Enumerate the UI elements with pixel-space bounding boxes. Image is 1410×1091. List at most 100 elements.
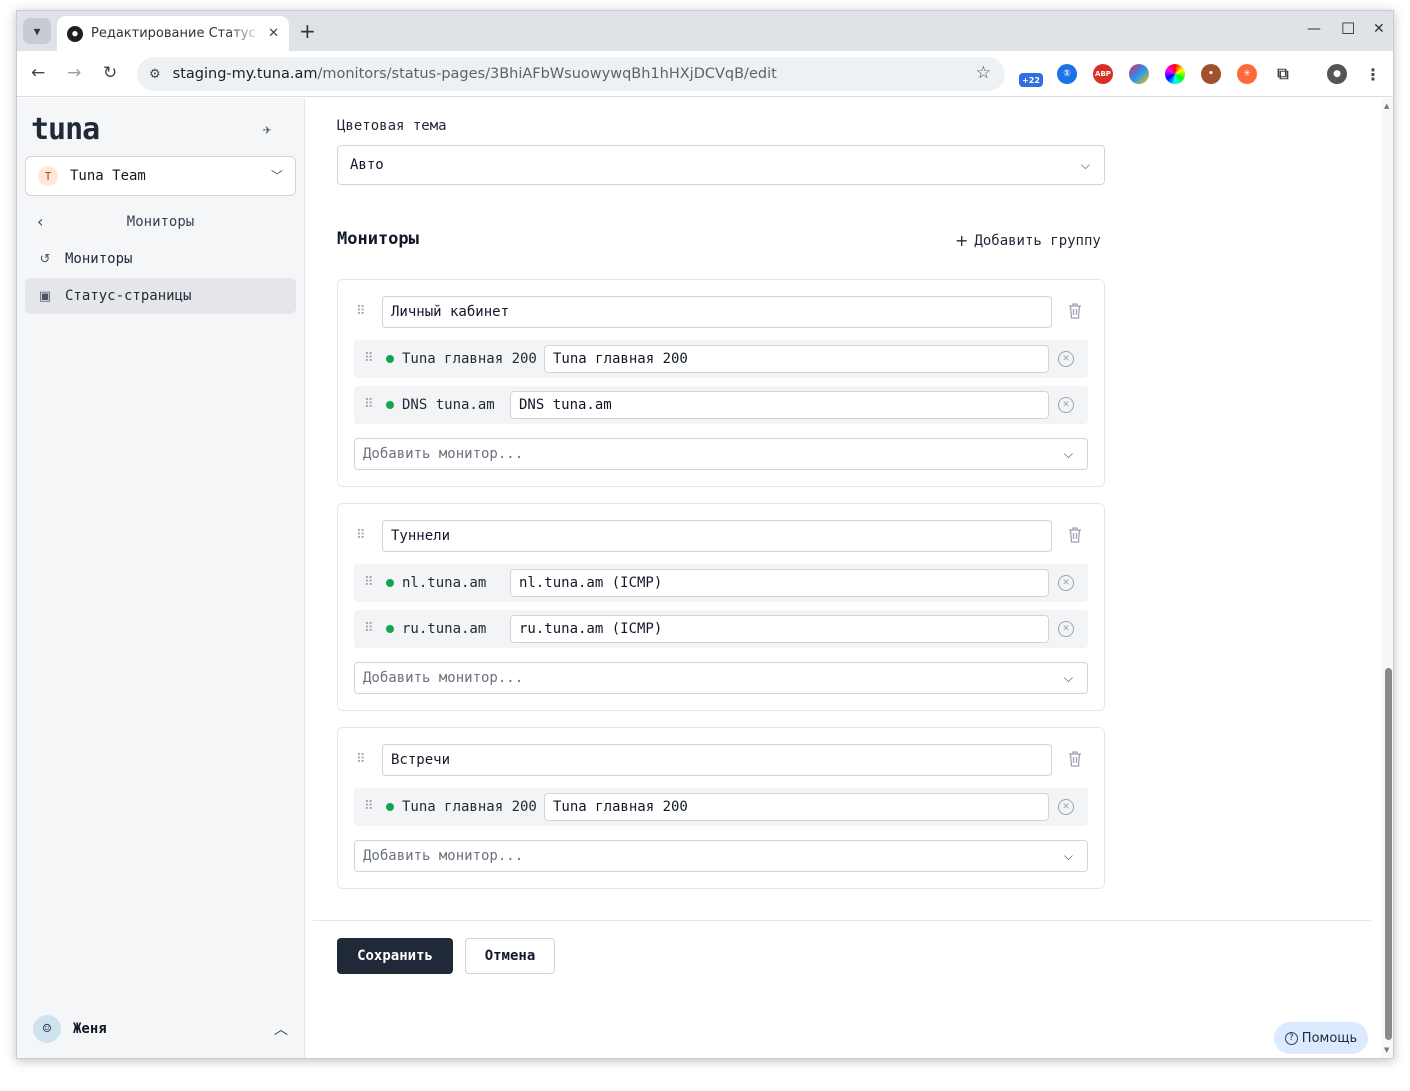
- remove-circle-icon[interactable]: ✕: [1058, 575, 1074, 591]
- user-menu[interactable]: ☺ Женя ︿: [33, 1014, 288, 1044]
- maximize-icon[interactable]: ☐: [1341, 19, 1355, 38]
- question-icon: ?: [1284, 1031, 1298, 1045]
- remove-circle-icon[interactable]: ✕: [1058, 799, 1074, 815]
- user-name: Женя: [73, 1021, 107, 1037]
- browser-menu-icon[interactable]: ⋮: [1363, 64, 1383, 84]
- monitor-row: ⠿ DNS tuna.am DNS tuna.am ✕: [354, 386, 1088, 424]
- monitor-display-name-input[interactable]: nl.tuna.am (ICMP): [510, 569, 1049, 597]
- site-settings-icon[interactable]: ⚙: [149, 67, 161, 82]
- cancel-button[interactable]: Отмена: [465, 938, 555, 974]
- scroll-down-icon[interactable]: ▼: [1384, 1046, 1389, 1054]
- drag-handle-icon[interactable]: ⠿: [364, 351, 373, 366]
- scroll-up-icon[interactable]: ▲: [1384, 102, 1389, 110]
- minimize-icon[interactable]: —: [1307, 21, 1321, 37]
- status-dot: [386, 625, 394, 633]
- trash-icon[interactable]: [1068, 303, 1082, 319]
- add-monitor-placeholder: Добавить монитор...: [363, 670, 524, 686]
- add-monitor-select[interactable]: Добавить монитор... ⌵: [354, 840, 1088, 872]
- remove-circle-icon[interactable]: ✕: [1058, 351, 1074, 367]
- collapse-sidebar-icon[interactable]: ✈: [263, 122, 271, 138]
- scrollbar[interactable]: ▲ ▼: [1381, 98, 1393, 1058]
- tab-title: Редактирование Статус pa: [91, 26, 263, 41]
- profile-avatar-icon[interactable]: ●: [1327, 64, 1347, 84]
- add-group-button[interactable]: + Добавить группу: [955, 231, 1101, 250]
- history-icon: ↺: [39, 251, 51, 267]
- extension-weather-icon[interactable]: +22: [1019, 73, 1043, 87]
- extension-adblock-icon[interactable]: ABP: [1093, 64, 1113, 84]
- nav-back[interactable]: ‹ Мониторы: [25, 208, 296, 238]
- monitor-display-name-input[interactable]: ru.tuna.am (ICMP): [510, 615, 1049, 643]
- plus-icon: +: [955, 231, 969, 250]
- monitors-section-title: Мониторы: [337, 229, 419, 249]
- extension-colorful-icon[interactable]: [1129, 64, 1149, 84]
- new-tab-button[interactable]: +: [299, 19, 316, 43]
- url-path: /monitors/status-pages/3BhiAFbWsuowywqBh…: [317, 66, 777, 82]
- back-arrow-icon[interactable]: ←: [31, 63, 45, 83]
- extension-cookie-icon[interactable]: •: [1201, 64, 1221, 84]
- tuna-logo[interactable]: tuna: [31, 112, 100, 147]
- extension-asterisk-icon[interactable]: ✳: [1237, 64, 1257, 84]
- remove-circle-icon[interactable]: ✕: [1058, 397, 1074, 413]
- help-label: Помощь: [1301, 1030, 1358, 1046]
- theme-value: Авто: [350, 157, 384, 173]
- browser-tab[interactable]: ● Редактирование Статус pa ✕: [57, 16, 289, 51]
- browser-toolbar: ← → ↻ ⚙ staging-my.tuna.am/monitors/stat…: [17, 51, 1393, 97]
- team-select[interactable]: T Tuna Team ﹀: [25, 156, 296, 196]
- trash-icon[interactable]: [1068, 751, 1082, 767]
- window-close-icon[interactable]: ✕: [1373, 21, 1385, 37]
- status-dot: [386, 401, 394, 409]
- chevron-up-icon[interactable]: ︿: [274, 1019, 288, 1039]
- sidebar-item-label: Статус-страницы: [65, 288, 192, 304]
- sidebar-item-status-pages[interactable]: ▣ Статус-страницы: [25, 278, 296, 314]
- chevron-down-icon: ⌵: [1063, 446, 1073, 461]
- add-monitor-select[interactable]: Добавить монитор... ⌵: [354, 438, 1088, 470]
- drag-handle-icon[interactable]: ⠿: [356, 304, 365, 319]
- extension-color-wheel-icon[interactable]: [1165, 64, 1185, 84]
- help-button[interactable]: ? Помощь: [1274, 1022, 1368, 1054]
- monitor-group: ⠿ Личный кабинет ⠿ Tuna главная 200 Tuna…: [337, 279, 1105, 487]
- monitor-row: ⠿ Tuna главная 200 Tuna главная 200 ✕: [354, 340, 1088, 378]
- scroll-thumb[interactable]: [1385, 668, 1392, 1040]
- status-dot: [386, 355, 394, 363]
- group-name-input[interactable]: Встречи: [382, 744, 1052, 776]
- extension-1password-icon[interactable]: ①: [1057, 64, 1077, 84]
- monitor-group: ⠿ Встречи ⠿ Tuna главная 200 Tuna главна…: [337, 727, 1105, 889]
- add-monitor-select[interactable]: Добавить монитор... ⌵: [354, 662, 1088, 694]
- address-bar[interactable]: ⚙ staging-my.tuna.am/monitors/status-pag…: [137, 57, 1005, 91]
- tab-strip: ▼ ● Редактирование Статус pa ✕ + — ☐ ✕: [17, 11, 1393, 51]
- drag-handle-icon[interactable]: ⠿: [364, 397, 373, 412]
- trash-icon[interactable]: [1068, 527, 1082, 543]
- divider: [313, 920, 1371, 921]
- drag-handle-icon[interactable]: ⠿: [364, 799, 373, 814]
- reload-icon[interactable]: ↻: [103, 63, 117, 83]
- chevron-down-icon: ﹀: [270, 169, 283, 183]
- save-button[interactable]: Сохранить: [337, 938, 453, 974]
- chart-icon: ▣: [38, 288, 52, 304]
- monitor-name: nl.tuna.am: [402, 575, 487, 591]
- team-avatar: T: [38, 166, 58, 186]
- drag-handle-icon[interactable]: ⠿: [364, 621, 373, 636]
- bookmark-star-icon[interactable]: ☆: [976, 63, 991, 83]
- tuna-favicon-icon: ●: [67, 25, 83, 42]
- monitor-display-name-input[interactable]: Tuna главная 200: [544, 793, 1049, 821]
- group-name-input[interactable]: Личный кабинет: [382, 296, 1052, 328]
- tab-close-icon[interactable]: ✕: [268, 26, 279, 41]
- monitor-row: ⠿ Tuna главная 200 Tuna главная 200 ✕: [354, 788, 1088, 826]
- monitor-display-name-input[interactable]: DNS tuna.am: [510, 391, 1049, 419]
- tab-search-button[interactable]: ▼: [23, 18, 51, 44]
- sidebar-item-monitors[interactable]: ↺ Мониторы: [25, 241, 296, 277]
- drag-handle-icon[interactable]: ⠿: [364, 575, 373, 590]
- monitor-name: DNS tuna.am: [402, 397, 495, 413]
- drag-handle-icon[interactable]: ⠿: [356, 752, 365, 767]
- remove-circle-icon[interactable]: ✕: [1058, 621, 1074, 637]
- forward-arrow-icon[interactable]: →: [67, 63, 81, 83]
- theme-select[interactable]: Авто ⌵: [337, 145, 1105, 185]
- drag-handle-icon[interactable]: ⠿: [356, 528, 365, 543]
- monitor-group: ⠿ Туннели ⠿ nl.tuna.am nl.tuna.am (ICMP)…: [337, 503, 1105, 711]
- monitor-display-name-input[interactable]: Tuna главная 200: [544, 345, 1049, 373]
- chevron-down-icon: ⌵: [1063, 848, 1073, 863]
- extensions-puzzle-icon[interactable]: ⧉: [1273, 64, 1293, 84]
- sidebar: tuna ✈ T Tuna Team ﹀ ‹ Мониторы ↺ Монито…: [17, 98, 305, 1058]
- sidebar-item-label: Мониторы: [65, 251, 133, 267]
- group-name-input[interactable]: Туннели: [382, 520, 1052, 552]
